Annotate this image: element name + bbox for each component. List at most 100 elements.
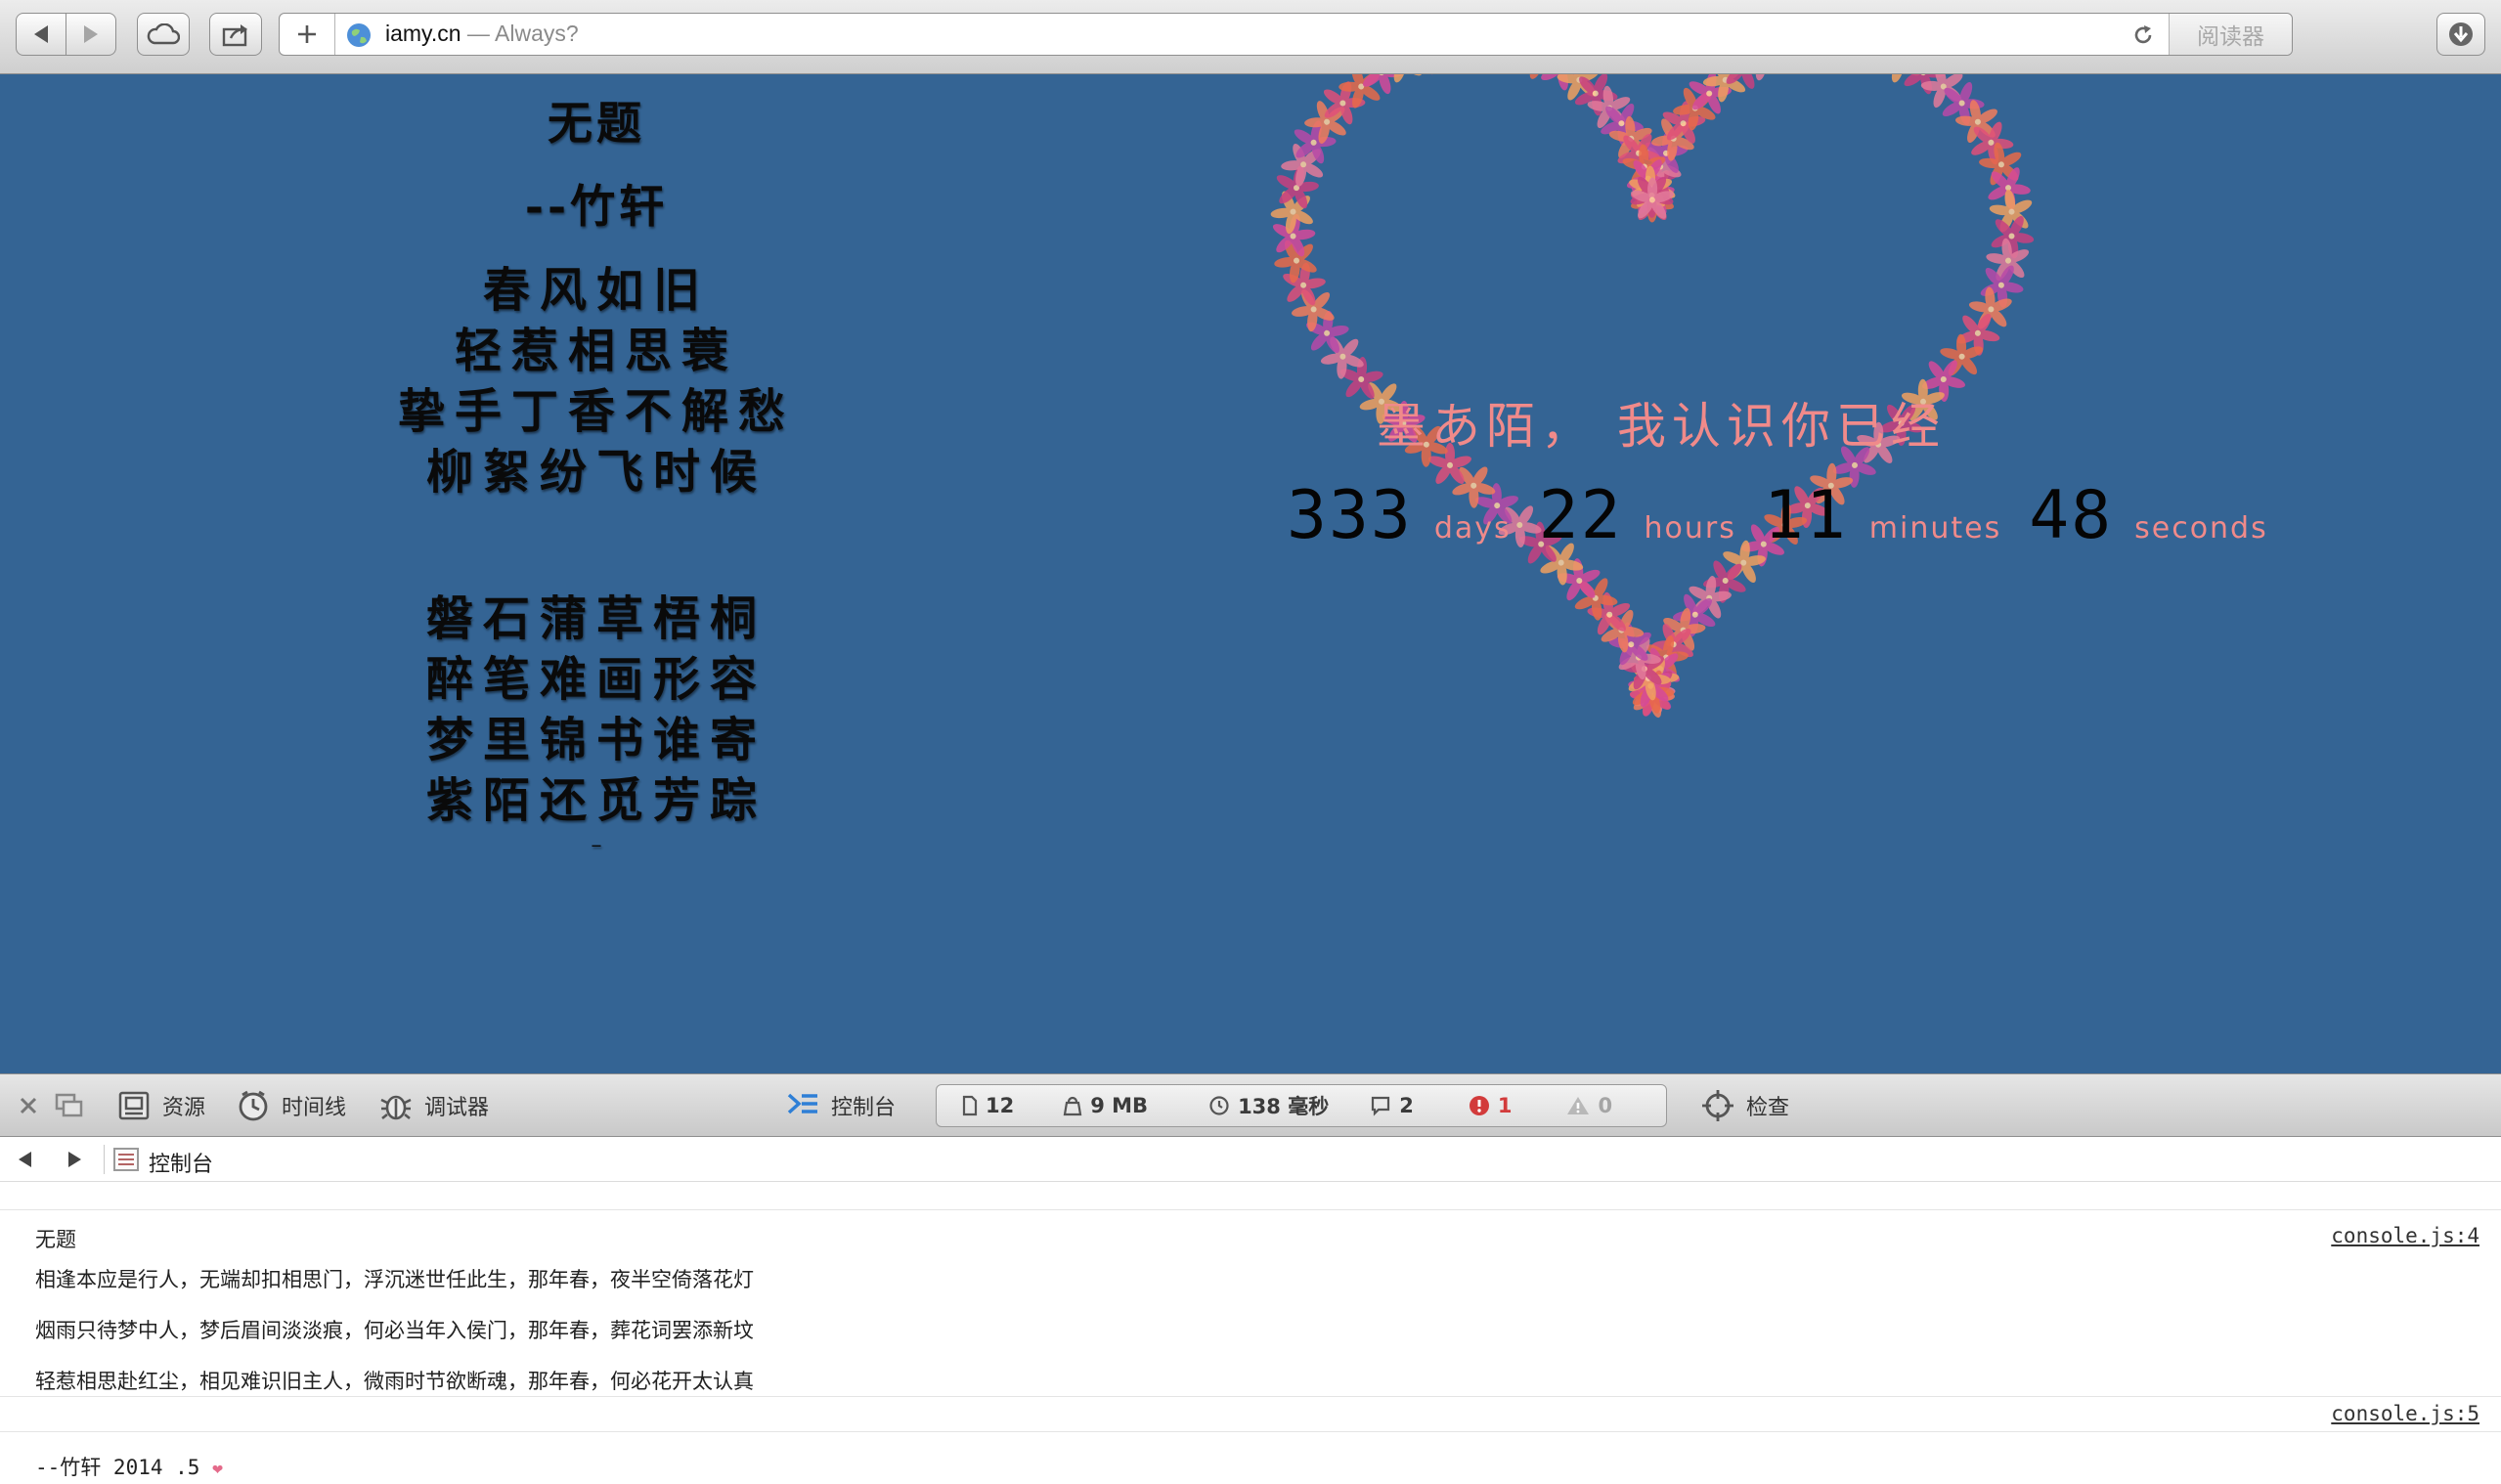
log-divider [0,1209,2501,1210]
source-link[interactable]: console.js:4 [2331,1224,2479,1247]
crosshair-icon [1702,1089,1733,1121]
log-signature: --竹轩 2014 .5 ❤ [35,1452,223,1481]
flower-petal-cluster [1442,74,1504,77]
poem-line: 梦里锦书谁寄 [425,713,767,767]
flower-petal-cluster [1424,74,1435,75]
love-message: 墨あ陌， 我认识你已经 [1377,398,1946,455]
resources-label: 资源 [162,1095,206,1120]
warnings-metric: 0 [1566,1094,1612,1117]
debugger-label: 调试器 [424,1095,490,1120]
source-link[interactable]: console.js:5 [2331,1402,2479,1425]
web-page: 无题 --竹轩 春风如旧 轻惹相思蓑 挚手丁香不解愁 柳絮纷飞时候 磐石蒲草梧桐… [0,74,2501,1073]
document-icon [962,1095,978,1116]
log-group-title: 无题 [35,1228,76,1251]
cloud-icon [147,23,180,45]
reload-icon[interactable] [2131,23,2155,47]
load-time-metric: 138 毫秒 [1208,1091,1329,1120]
console-label: 控制台 [831,1095,897,1120]
error-icon [1469,1096,1489,1115]
size-metric: 9 MB [1063,1094,1148,1117]
address-bar[interactable]: iamy.cn — Always? 阅读器 [279,13,2293,56]
resources-icon [118,1091,150,1119]
url-domain: iamy.cn [385,21,461,46]
log-line: 轻惹相思赴红尘，相见难识旧主人，微雨时节欲断魂，那年春，何必花开太认真 [35,1370,754,1393]
new-tab-button[interactable] [280,14,335,55]
signature-text: --竹轩 2014 .5 [35,1456,213,1479]
plus-icon [298,25,316,43]
messages-metric: 2 [1370,1094,1414,1117]
browser-toolbar: iamy.cn — Always? 阅读器 [0,0,2501,74]
inspect-button[interactable]: 检查 [1701,1074,1789,1136]
share-button[interactable] [209,13,262,56]
console-breadcrumb[interactable]: 控制台 [149,1147,213,1178]
console-icon [787,1093,817,1113]
warning-icon [1567,1097,1590,1114]
poem-stanza-2: 磐石蒲草梧桐 醉笔难画形容 梦里锦书谁寄 紫陌还觅芳踪 [303,589,890,831]
downloads-button[interactable] [2436,13,2485,56]
poem-line: 磐石蒲草梧桐 [425,591,767,646]
stopwatch-icon [1209,1096,1229,1115]
url-text: iamy.cn — Always? [385,21,579,47]
bug-icon [380,1095,412,1119]
detach-window-icon [55,1093,83,1116]
icloud-tabs-button[interactable] [137,13,190,56]
console-tab[interactable]: 控制台 [786,1074,896,1136]
back-arrow-icon [34,25,48,43]
minutes-label: minutes [1868,511,2002,546]
poem-end-mark: – [591,833,602,857]
activity-metrics[interactable]: 12 9 MB 138 毫秒 2 1 0 [936,1084,1667,1127]
seconds-label: seconds [2134,511,2268,546]
inspect-label: 检查 [1746,1095,1790,1120]
flower-petal-cluster [1756,74,1815,81]
back-button[interactable] [16,13,66,56]
web-inspector-toolbar: 资源 时间线 调试器 控制台 12 9 MB 138 毫秒 2 1 0 检查 [0,1073,2501,1137]
log-divider [0,1396,2501,1397]
documents-count: 12 [986,1094,1015,1117]
love-counter: 333 days 22 hours 11 minutes 48 seconds [1287,477,2296,554]
detach-inspector-button[interactable] [55,1074,84,1136]
console-log: 无题 console.js:4 相逢本应是行人，无端却扣相思门，浮沉迷世任此生，… [0,1182,2501,1484]
flower-petal-cluster [1799,74,1862,77]
flower-petal-cluster [1421,74,1479,77]
flower-heart [1270,74,2035,719]
poem-author: --竹轩 [524,180,669,233]
clock-icon [239,1090,268,1120]
debugger-tab[interactable]: 调试器 [379,1074,489,1136]
size-value: 9 MB [1090,1094,1149,1117]
days-value: 333 [1287,477,1413,554]
poem-line: 柳絮纷飞时候 [425,445,767,500]
resources-tab[interactable]: 资源 [117,1074,205,1136]
errors-metric: 1 [1469,1094,1513,1117]
log-line: 烟雨只待梦中人，梦后眉间淡淡痕，何必当年入侯门，那年春，葬花词罢添新坟 [35,1319,754,1342]
share-icon [222,24,247,47]
page-title-suffix: — Always? [461,21,579,46]
forward-arrow-icon [84,25,98,43]
poem-title: 无题 [548,97,645,150]
days-label: days [1433,511,1512,546]
reader-button[interactable]: 阅读器 [2169,14,2292,55]
heart-icon: ❤ [212,1459,223,1479]
documents-metric: 12 [962,1094,1014,1117]
warnings-count: 0 [1598,1094,1613,1117]
console-page-icon [113,1148,139,1171]
load-time-value: 138 毫秒 [1238,1095,1330,1118]
errors-count: 1 [1497,1094,1513,1117]
close-icon [20,1097,37,1113]
close-inspector-button[interactable] [18,1074,39,1136]
poem-line: 春风如旧 [482,263,710,318]
nav-divider [104,1145,105,1174]
timeline-label: 时间线 [282,1095,347,1120]
forward-button[interactable] [66,13,116,56]
back-arrow-icon[interactable] [16,1151,35,1168]
log-line: 相逢本应是行人，无端却扣相思门，浮沉迷世任此生，那年春，夜半空倚落花灯 [35,1268,754,1291]
poem-line: 醉笔难画形容 [425,652,767,707]
minutes-value: 11 [1763,477,1848,554]
poem-line: 挚手丁香不解愁 [397,384,795,439]
log-divider [0,1431,2501,1432]
hours-label: hours [1644,511,1736,546]
messages-count: 2 [1399,1094,1414,1117]
timeline-tab[interactable]: 时间线 [237,1074,346,1136]
poem-line: 紫陌还觅芳踪 [425,773,767,828]
forward-arrow-icon[interactable] [65,1151,84,1168]
poem-stanza-1: 春风如旧 轻惹相思蓑 挚手丁香不解愁 柳絮纷飞时候 [303,260,890,502]
